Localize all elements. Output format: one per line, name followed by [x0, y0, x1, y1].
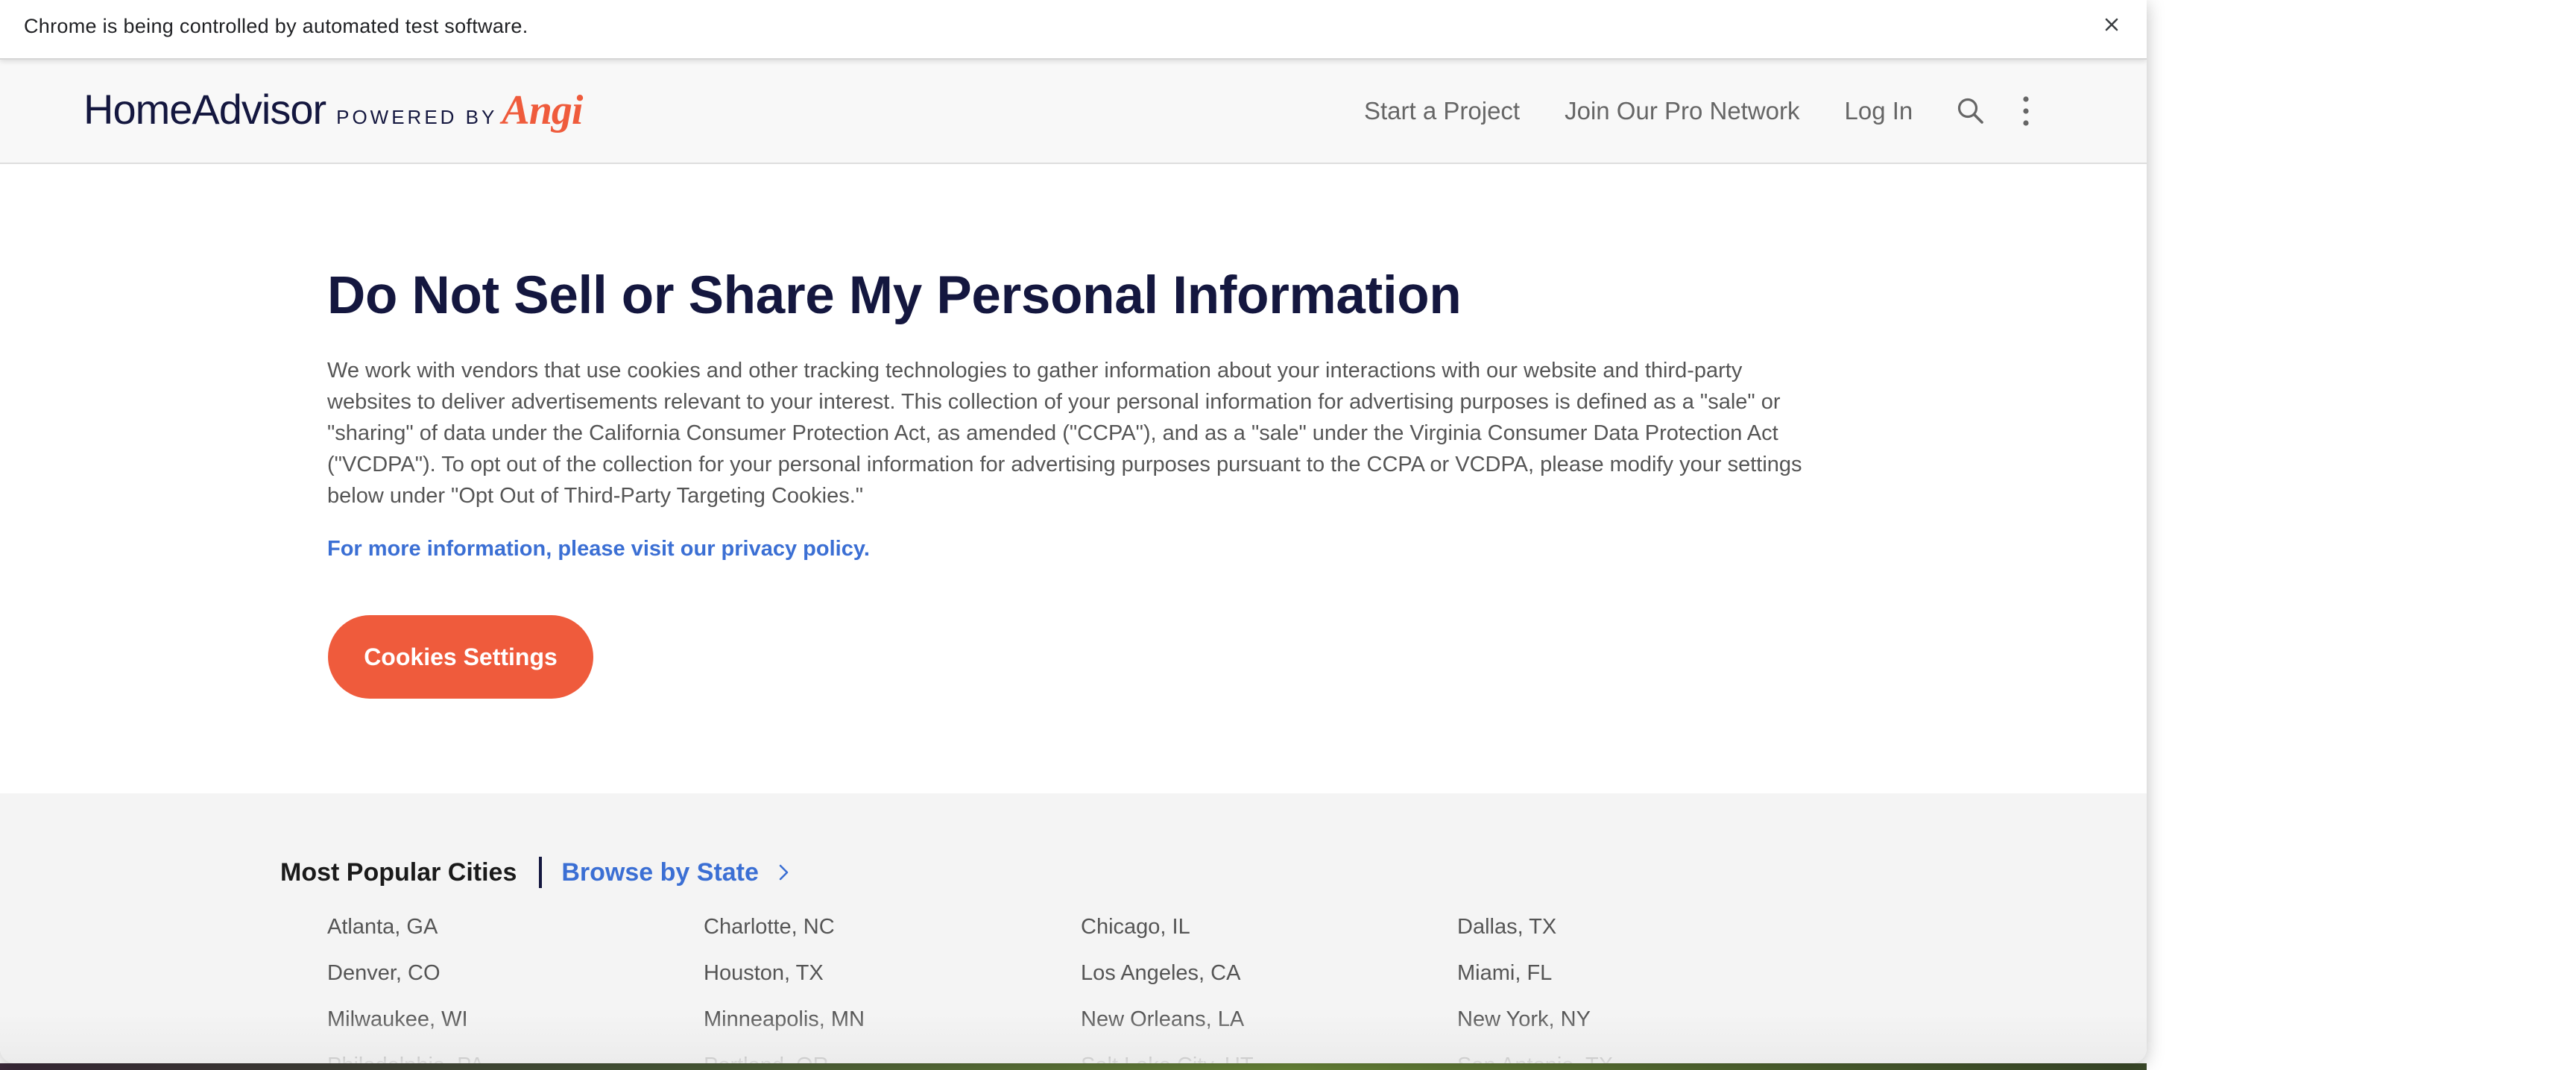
city-link[interactable]: Milwaukee, WI	[327, 1007, 468, 1032]
desktop-wallpaper-strip	[0, 1063, 2147, 1070]
city-link[interactable]: Portland, OR	[704, 1054, 829, 1063]
browse-by-state-label: Browse by State	[561, 857, 759, 887]
city-link[interactable]: Philadelphia, PA	[327, 1054, 484, 1063]
nav-log-in[interactable]: Log In	[1845, 97, 1913, 125]
heading-divider	[539, 857, 543, 888]
automation-infobar: Chrome is being controlled by automated …	[0, 0, 2147, 60]
nav-join-pro-network[interactable]: Join Our Pro Network	[1565, 97, 1799, 125]
logo-powered-by: POWERED BY	[336, 106, 498, 128]
chevron-right-icon	[779, 864, 789, 881]
main-nav: Start a Project Join Our Pro Network Log…	[1364, 60, 2042, 163]
nav-start-project[interactable]: Start a Project	[1364, 97, 1520, 125]
browser-window: Chrome is being controlled by automated …	[0, 0, 2147, 1063]
cookies-settings-button[interactable]: Cookies Settings	[328, 615, 593, 699]
homeadvisor-logo[interactable]: HomeAdvisor POWERED BY Angi	[83, 85, 583, 137]
browse-by-state-link[interactable]: Browse by State	[561, 858, 792, 887]
close-icon[interactable]	[2099, 12, 2124, 37]
site-header: HomeAdvisor POWERED BY Angi Start a Proj…	[0, 60, 2147, 164]
infobar-message: Chrome is being controlled by automated …	[24, 15, 528, 37]
privacy-policy-link[interactable]: For more information, please visit our p…	[327, 537, 870, 561]
search-icon[interactable]	[1954, 95, 1987, 128]
popular-cities-footer: Most Popular Cities Browse by State Atla…	[0, 793, 2147, 1063]
intro-paragraph: We work with vendors that use cookies an…	[327, 359, 1802, 508]
city-link[interactable]: Charlotte, NC	[704, 915, 835, 940]
city-link[interactable]: Miami, FL	[1457, 961, 1552, 986]
page-title: Do Not Sell or Share My Personal Informa…	[327, 266, 1462, 325]
city-link[interactable]: Houston, TX	[704, 961, 824, 986]
main-content: Do Not Sell or Share My Personal Informa…	[0, 164, 2147, 793]
city-link[interactable]: Los Angeles, CA	[1081, 961, 1240, 986]
cities-heading: Most Popular Cities Browse by State	[280, 857, 792, 888]
city-link[interactable]: Dallas, TX	[1457, 915, 1556, 940]
city-link[interactable]: Salt Lake City, UT	[1081, 1054, 1254, 1063]
logo-angi: Angi	[502, 87, 583, 133]
city-link[interactable]: San Antonio, TX	[1457, 1054, 1613, 1063]
city-link[interactable]: Denver, CO	[327, 961, 441, 986]
more-vertical-icon[interactable]	[2010, 95, 2042, 128]
city-link[interactable]: Atlanta, GA	[327, 915, 438, 940]
logo-brand: HomeAdvisor	[83, 86, 326, 133]
most-popular-cities-label: Most Popular Cities	[280, 857, 517, 887]
city-link[interactable]: New York, NY	[1457, 1007, 1591, 1032]
city-link[interactable]: Chicago, IL	[1081, 915, 1190, 940]
city-link[interactable]: Minneapolis, MN	[704, 1007, 865, 1032]
city-link[interactable]: New Orleans, LA	[1081, 1007, 1244, 1032]
